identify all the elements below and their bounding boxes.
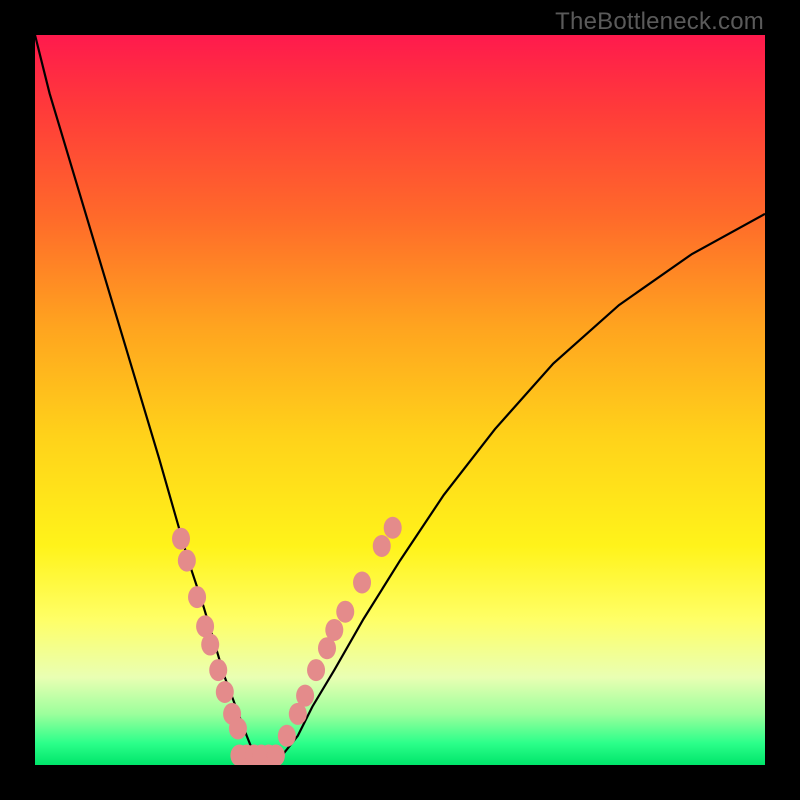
watermark-text: TheBottleneck.com — [555, 8, 764, 36]
data-marker — [188, 586, 206, 608]
data-marker — [278, 725, 296, 747]
data-marker — [172, 528, 190, 550]
data-marker — [384, 517, 402, 539]
bottleneck-curve — [35, 35, 765, 761]
data-marker — [229, 718, 247, 740]
data-marker — [216, 681, 234, 703]
data-marker — [373, 535, 391, 557]
marker-group — [172, 517, 402, 765]
chart-frame: TheBottleneck.com — [0, 0, 800, 800]
data-marker — [296, 685, 314, 707]
plot-area — [35, 35, 765, 765]
data-marker — [325, 619, 343, 641]
data-marker — [336, 601, 354, 623]
curve-svg — [35, 35, 765, 765]
data-marker — [201, 634, 219, 656]
data-marker — [178, 550, 196, 572]
data-marker — [307, 659, 325, 681]
data-marker — [353, 572, 371, 594]
data-marker — [209, 659, 227, 681]
